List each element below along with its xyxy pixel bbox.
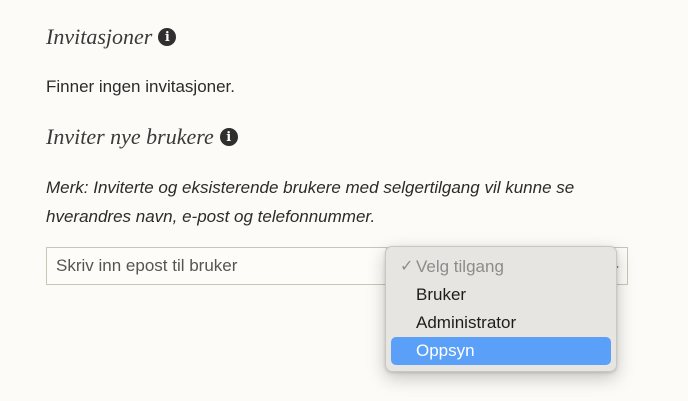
email-input[interactable] bbox=[46, 247, 386, 285]
dropdown-option-bruker[interactable]: Bruker bbox=[391, 281, 611, 309]
invite-note: Merk: Inviterte og eksisterende brukere … bbox=[46, 178, 575, 226]
option-label: Velg tilgang bbox=[416, 257, 504, 276]
info-icon[interactable]: i bbox=[219, 128, 238, 146]
info-icon[interactable]: i bbox=[158, 28, 177, 46]
option-label: Oppsyn bbox=[416, 341, 475, 360]
invite-new-users-title: Inviter nye brukere bbox=[46, 124, 214, 149]
invitations-title: Invitasjoner bbox=[46, 24, 153, 49]
invitations-heading: Invitasjoner i bbox=[46, 24, 177, 50]
dropdown-option-administrator[interactable]: Administrator bbox=[391, 309, 611, 337]
option-label: Bruker bbox=[416, 285, 467, 304]
access-dropdown-menu: ✓ Velg tilgang Bruker Administrator Opps… bbox=[385, 246, 617, 372]
invite-new-users-heading: Inviter nye brukere i bbox=[46, 124, 238, 150]
option-label: Administrator bbox=[416, 313, 517, 332]
dropdown-option-velg-tilgang: ✓ Velg tilgang bbox=[391, 253, 611, 281]
dropdown-option-oppsyn[interactable]: Oppsyn bbox=[391, 337, 611, 365]
checkmark-icon: ✓ bbox=[400, 258, 414, 275]
no-invitations-text: Finner ingen invitasjoner. bbox=[46, 77, 236, 96]
